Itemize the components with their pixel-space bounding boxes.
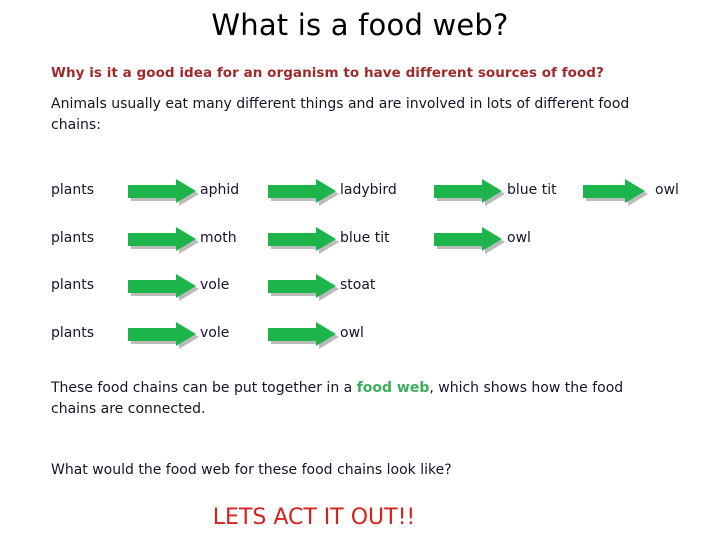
eaten-by-arrow-icon <box>128 321 199 349</box>
organism-label: ladybird <box>340 182 397 198</box>
eaten-by-arrow-icon <box>434 179 505 206</box>
eaten-by-arrow-icon <box>128 179 199 206</box>
organism-label: vole <box>200 324 230 341</box>
eaten-by-arrow-icon <box>434 226 505 254</box>
organism-label: moth <box>200 229 237 246</box>
food-chain-diagram: plants aphid ladybird blue tit owl plants moth… <box>0 168 720 358</box>
closing-question-text: What would the food web for these food c… <box>51 462 452 478</box>
organism-label: vole <box>200 277 230 293</box>
eaten-by-arrow-icon <box>128 226 199 254</box>
organism-label: blue tit <box>507 182 557 198</box>
page-title: What is a food web? <box>211 8 509 42</box>
organism-label: stoat <box>340 277 376 293</box>
intro-question-text: Why is it a good idea for an organism to… <box>51 65 604 81</box>
organism-label: owl <box>655 182 679 198</box>
intro-statement-text: Animals usually eat many different thing… <box>51 96 630 133</box>
eaten-by-arrow-icon <box>268 321 339 349</box>
food-chain-row: plants vole stoat <box>0 263 720 311</box>
eaten-by-arrow-icon <box>583 179 648 206</box>
organism-label: plants <box>51 182 95 198</box>
organism-label: owl <box>507 229 531 246</box>
eaten-by-arrow-icon <box>268 179 339 206</box>
eaten-by-arrow-icon <box>128 274 199 301</box>
food-chain-row: plants vole owl <box>0 311 720 359</box>
closing-paragraph: These food chains can be put together in… <box>51 378 651 420</box>
organism-label: plants <box>51 324 95 341</box>
organism-label: plants <box>51 229 95 246</box>
organism-label: blue tit <box>340 229 390 246</box>
organism-label: aphid <box>200 182 240 198</box>
food-chain-row: plants moth blue tit owl <box>0 216 720 264</box>
food-web-highlight: food web <box>356 380 430 396</box>
call-to-action-text: LETS ACT IT OUT!! <box>212 505 416 530</box>
eaten-by-arrow-icon <box>268 226 339 254</box>
organism-label: owl <box>340 324 364 341</box>
food-chain-row: plants aphid ladybird blue tit owl <box>0 168 720 216</box>
closing-paragraph-part-1: These food chains can be put together in… <box>51 380 357 396</box>
eaten-by-arrow-icon <box>268 274 339 301</box>
organism-label: plants <box>51 277 95 293</box>
